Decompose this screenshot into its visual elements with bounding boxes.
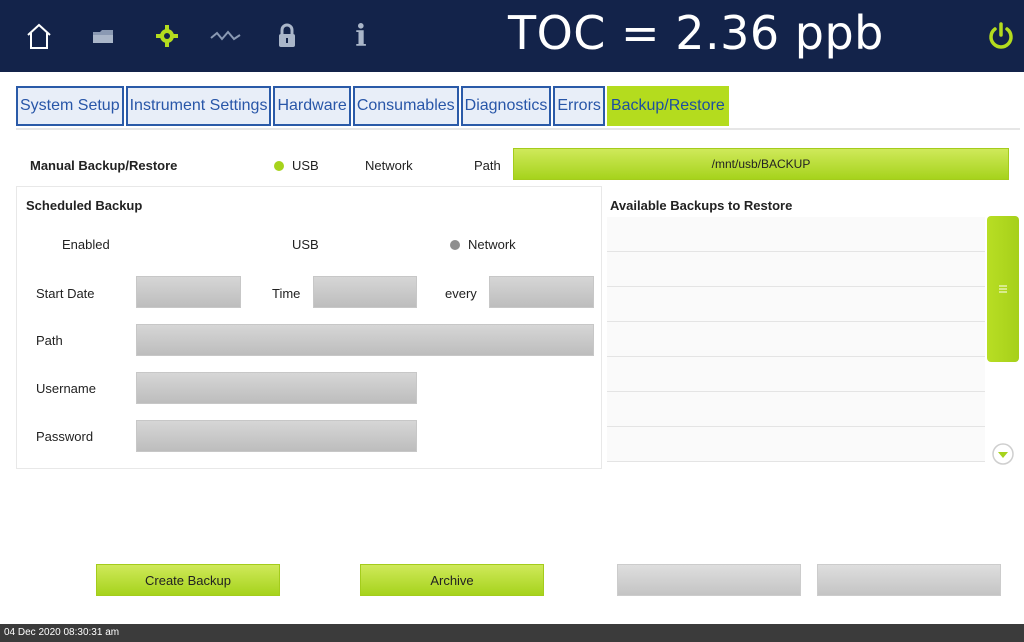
scheduled-network-label[interactable]: Network (468, 237, 516, 252)
info-icon[interactable]: i (350, 18, 372, 54)
username-field[interactable] (136, 372, 417, 404)
start-date-label: Start Date (36, 286, 95, 301)
tab-hardware[interactable]: Hardware (273, 86, 351, 126)
manual-network-label[interactable]: Network (365, 158, 413, 173)
create-backup-button[interactable]: Create Backup (96, 564, 280, 596)
time-field[interactable] (313, 276, 417, 308)
power-icon[interactable] (984, 18, 1018, 54)
scrollbar-thumb[interactable] (987, 216, 1019, 362)
network-radio[interactable] (450, 240, 460, 250)
delete-button-disabled (817, 564, 1001, 596)
list-item[interactable] (607, 427, 985, 462)
tab-instrument-settings[interactable]: Instrument Settings (125, 86, 272, 126)
lock-icon[interactable] (274, 18, 300, 54)
scheduled-path-label: Path (36, 333, 63, 348)
manual-path-field[interactable]: /mnt/usb/BACKUP (513, 148, 1009, 180)
every-label: every (445, 286, 477, 301)
available-backups-list[interactable] (607, 217, 985, 467)
archive-button[interactable]: Archive (360, 564, 544, 596)
start-date-field[interactable] (136, 276, 241, 308)
manual-backup-title: Manual Backup/Restore (30, 158, 178, 173)
list-item[interactable] (607, 392, 985, 427)
scheduled-path-field[interactable] (136, 324, 594, 356)
gear-icon[interactable] (152, 18, 182, 54)
status-datetime: 04 Dec 2020 08:30:31 am (4, 627, 120, 638)
list-item[interactable] (607, 252, 985, 287)
password-field[interactable] (136, 420, 417, 452)
usb-radio-selected[interactable] (274, 161, 284, 171)
manual-path-label: Path (474, 158, 501, 173)
manual-usb-label[interactable]: USB (292, 158, 319, 173)
list-item[interactable] (607, 322, 985, 357)
folder-icon[interactable] (88, 18, 118, 54)
tab-diagnostics[interactable]: Diagnostics (460, 86, 552, 126)
tab-divider (16, 128, 1020, 130)
tab-system-setup[interactable]: System Setup (16, 86, 124, 126)
list-scrollbar[interactable] (987, 216, 1019, 468)
scheduled-usb-label[interactable]: USB (292, 237, 319, 252)
password-label: Password (36, 429, 94, 444)
list-item[interactable] (607, 287, 985, 322)
wave-icon[interactable] (208, 18, 244, 54)
username-label: Username (36, 381, 96, 396)
enabled-checkbox-label[interactable]: Enabled (62, 237, 110, 252)
tab-backup-restore[interactable]: Backup/Restore (606, 86, 729, 126)
toc-reading: TOC = 2.36 ppb (508, 6, 884, 60)
available-backups-title: Available Backups to Restore (610, 198, 793, 213)
home-icon[interactable] (22, 18, 56, 54)
grip-icon (999, 285, 1007, 293)
list-item[interactable] (607, 217, 985, 252)
list-item[interactable] (607, 357, 985, 392)
status-bar: 04 Dec 2020 08:30:31 am (0, 624, 1024, 642)
tab-bar: System Setup Instrument Settings Hardwar… (16, 86, 729, 130)
time-label: Time (272, 286, 301, 301)
top-bar: i TOC = 2.36 ppb (0, 0, 1024, 72)
tab-consumables[interactable]: Consumables (352, 86, 459, 126)
restore-button-disabled (617, 564, 801, 596)
every-field[interactable] (489, 276, 594, 308)
scroll-down-icon[interactable] (991, 442, 1015, 466)
scheduled-backup-title: Scheduled Backup (26, 198, 143, 213)
tab-errors[interactable]: Errors (553, 86, 605, 126)
